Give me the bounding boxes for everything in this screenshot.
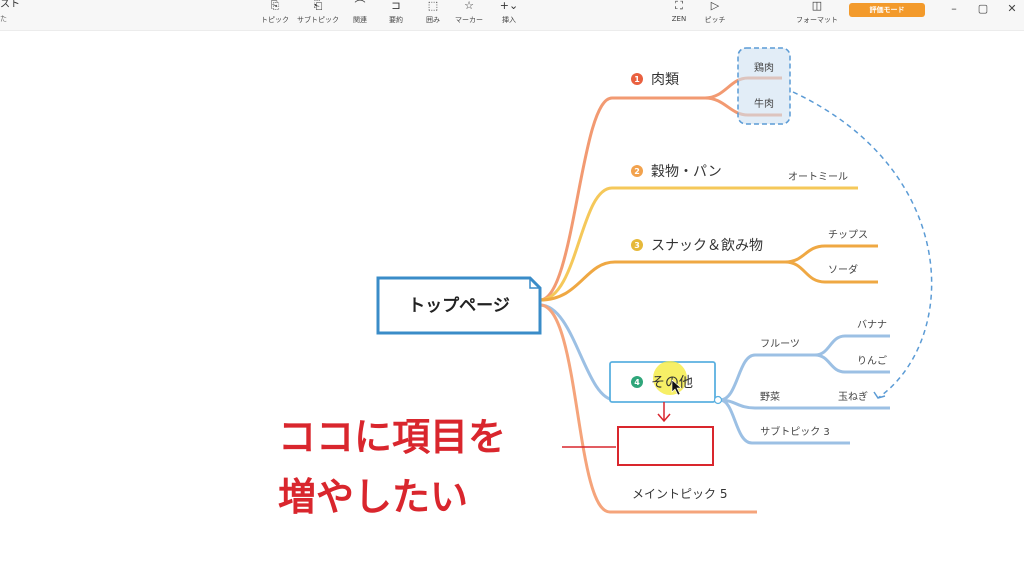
topic-snack[interactable]: スナック＆飲み物	[651, 238, 763, 254]
annotation-text-line2: 増やしたい	[278, 475, 468, 519]
subtopic-sub3[interactable]: サブトピック 3	[760, 425, 830, 438]
subtopic-soda[interactable]: ソーダ	[828, 263, 858, 276]
subtopic-chicken[interactable]: 鶏肉	[754, 61, 774, 74]
subtopic-onion[interactable]: 玉ねぎ	[838, 390, 868, 403]
annotation-target-box	[617, 426, 714, 466]
topic-grain[interactable]: 穀物・パン	[651, 164, 722, 180]
topic-number-1: 1	[634, 75, 640, 84]
annotation-text-line1: ココに項目を	[278, 415, 506, 459]
branch-meat	[539, 96, 705, 302]
subtopic-oatmeal[interactable]: オートミール	[788, 171, 848, 183]
subtopic-beef[interactable]: 牛肉	[754, 97, 774, 110]
subtopic-apple[interactable]: りんご	[857, 354, 887, 367]
subtopic-banana[interactable]: バナナ	[857, 319, 887, 331]
root-node-label: トップページ	[408, 295, 510, 316]
topic-number-3: 3	[634, 241, 640, 250]
topic-number-2: 2	[634, 167, 640, 176]
subtopic-vegetable[interactable]: 野菜	[760, 391, 780, 403]
branch-snack	[539, 260, 785, 302]
topic-main5[interactable]: メイントピック 5	[632, 487, 727, 501]
mindmap-canvas: トップページ 1 肉類 鶏肉 牛肉 2 穀物・パン オートミール 3 スナック＆…	[278, 47, 933, 519]
branch-fruit-banana	[814, 334, 890, 357]
topic-number-4: 4	[634, 378, 640, 387]
subtopic-chips[interactable]: チップス	[828, 229, 868, 241]
collapse-handle[interactable]	[713, 395, 723, 405]
topic-meat[interactable]: 肉類	[651, 72, 679, 88]
relation-arrow-head	[873, 391, 886, 399]
branch-snack-chips	[784, 244, 878, 264]
subtopic-fruit[interactable]: フルーツ	[760, 339, 800, 350]
meat-boundary[interactable]	[737, 47, 791, 125]
